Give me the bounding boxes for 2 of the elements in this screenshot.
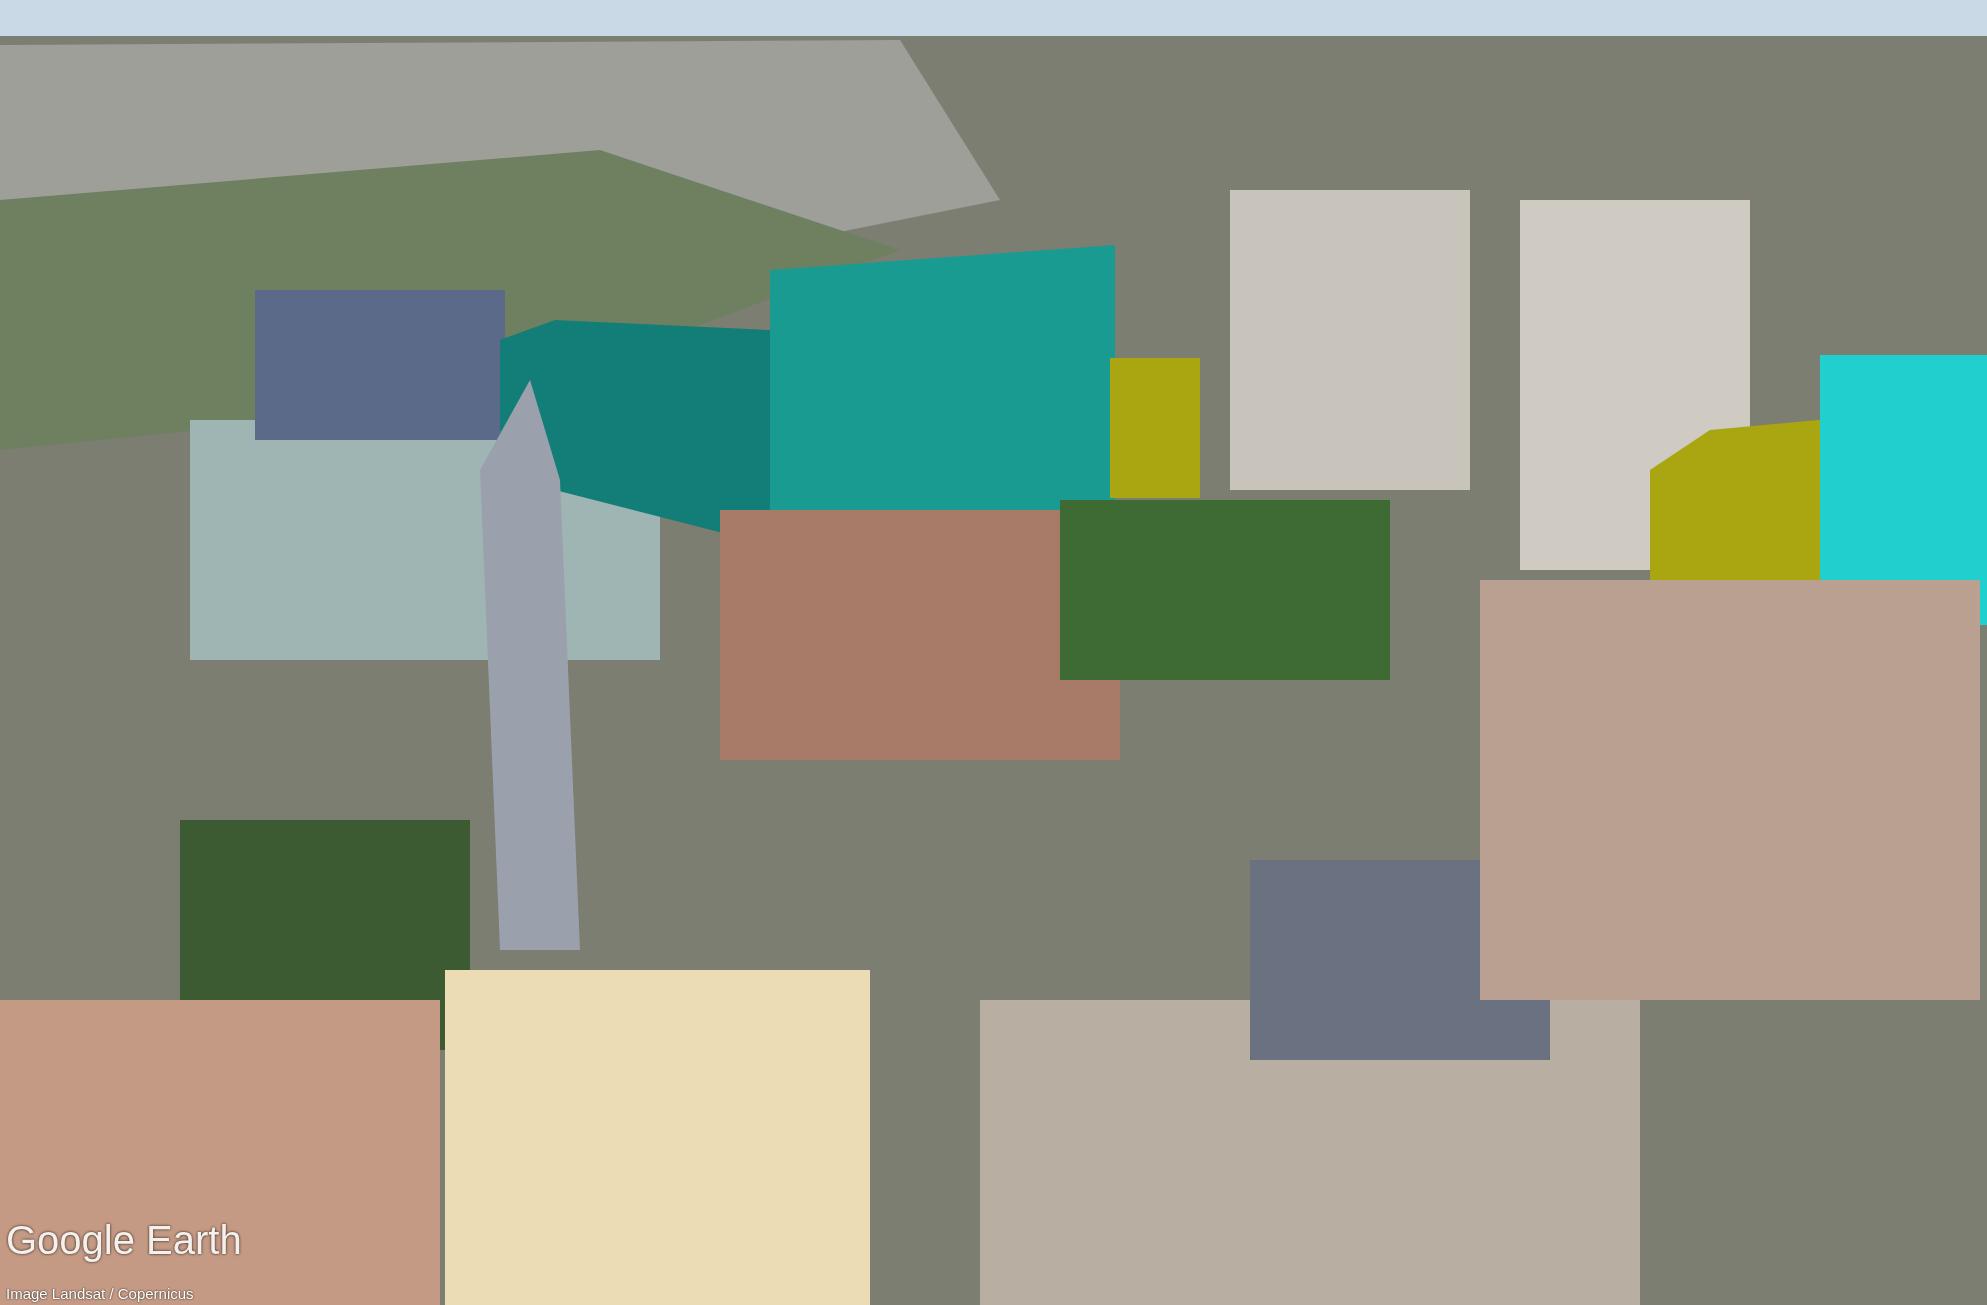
imagery-attribution: Image Landsat / Copernicus — [6, 1285, 194, 1302]
map-logo: Google Earth — [6, 1218, 242, 1263]
